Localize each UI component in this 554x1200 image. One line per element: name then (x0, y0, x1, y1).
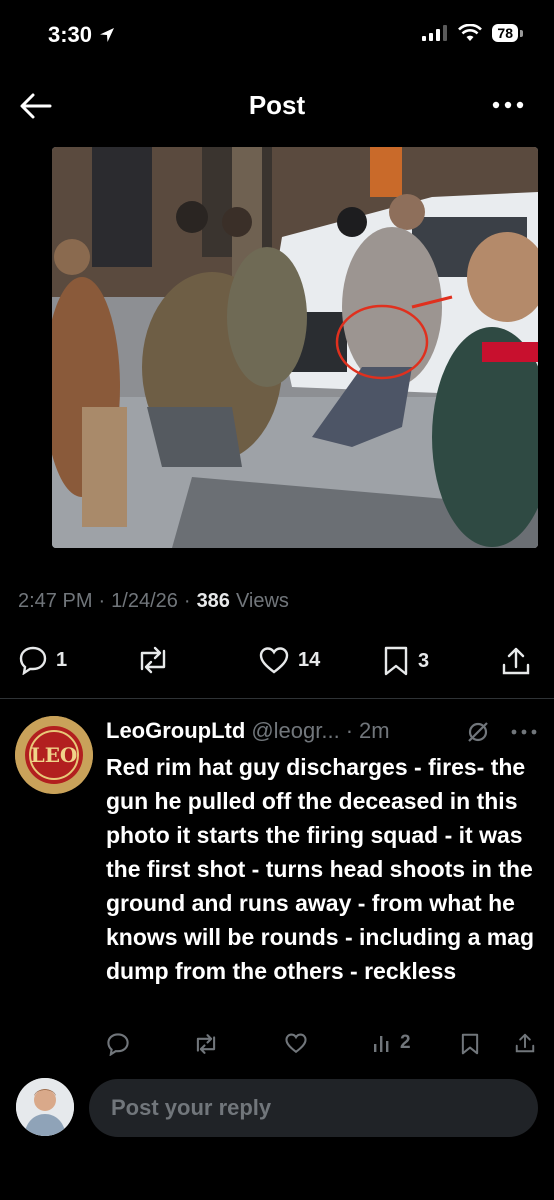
bookmark-icon (461, 1033, 479, 1055)
cellular-signal-icon (422, 25, 448, 41)
reply-bookmark-button[interactable] (460, 1032, 480, 1056)
reply-header: LeoGroupLtd @leogr... · 2m (106, 718, 390, 744)
share-icon (502, 647, 530, 675)
reply-more-icon[interactable] (511, 728, 537, 736)
leo-logo-icon: LEO (15, 716, 93, 794)
reply-button[interactable]: 1 (18, 645, 67, 675)
page-title: Post (248, 90, 306, 120)
repost-icon (140, 646, 166, 674)
repost-icon (196, 1034, 216, 1054)
meta-separator: · (183, 590, 191, 612)
reply-input[interactable] (89, 1079, 538, 1137)
reply-icon (107, 1033, 129, 1056)
reply-reply-button[interactable] (106, 1032, 130, 1056)
post-media-image[interactable] (52, 147, 538, 548)
post-views-count[interactable]: 386 (197, 590, 230, 613)
share-icon (515, 1033, 535, 1053)
reply-views-button[interactable]: 2 (372, 1032, 411, 1054)
views-bar-icon (374, 1036, 389, 1052)
divider (0, 698, 554, 699)
svg-text:LEO: LEO (31, 743, 78, 767)
reply-like-button[interactable] (284, 1032, 308, 1054)
heart-icon (259, 647, 289, 674)
bookmark-button[interactable]: 3 (382, 645, 429, 677)
grok-icon[interactable] (466, 720, 490, 744)
wifi-icon (458, 24, 483, 41)
reply-author-name[interactable]: LeoGroupLtd (106, 718, 245, 744)
status-time-text: 3:30 (48, 22, 93, 47)
location-arrow-icon (100, 28, 115, 42)
reply-text: Red rim hat guy discharges - fires- the … (106, 754, 535, 984)
repost-button[interactable] (134, 645, 180, 675)
reply-time: 2m (359, 718, 390, 743)
post-views-label: Views (235, 590, 289, 612)
photo-scene (52, 147, 538, 548)
post-actions-bar: 1 14 3 (0, 645, 554, 685)
reply-count: 1 (56, 648, 68, 671)
reply-author-handle[interactable]: @leogr... (251, 718, 339, 744)
post-time: 2:47 PM (18, 590, 93, 612)
battery-indicator: 78 (492, 24, 523, 42)
meta-separator: · (345, 718, 354, 743)
meta-separator: · (98, 590, 106, 612)
reply-actions-bar: 2 (106, 1032, 538, 1060)
reply-repost-button[interactable] (192, 1032, 220, 1056)
current-user-avatar[interactable] (16, 1078, 74, 1136)
user-photo (16, 1078, 74, 1136)
post-meta: 2:47 PM · 1/24/26 · 386 Views (18, 590, 289, 613)
status-icons: 78 (422, 24, 523, 42)
reply-icon (19, 646, 47, 675)
bookmark-icon (384, 646, 408, 676)
reply-views-count: 2 (400, 1032, 411, 1053)
share-button[interactable] (500, 645, 532, 677)
heart-icon (285, 1033, 307, 1054)
more-options-icon[interactable] (492, 95, 524, 115)
status-time: 3:30 (48, 22, 116, 48)
post-date: 1/24/26 (111, 590, 178, 612)
like-button[interactable]: 14 (258, 645, 320, 675)
bookmark-count: 3 (418, 649, 430, 672)
like-count: 14 (298, 648, 321, 671)
reply-avatar[interactable]: LEO (15, 716, 93, 794)
reply-share-button[interactable] (514, 1032, 536, 1054)
